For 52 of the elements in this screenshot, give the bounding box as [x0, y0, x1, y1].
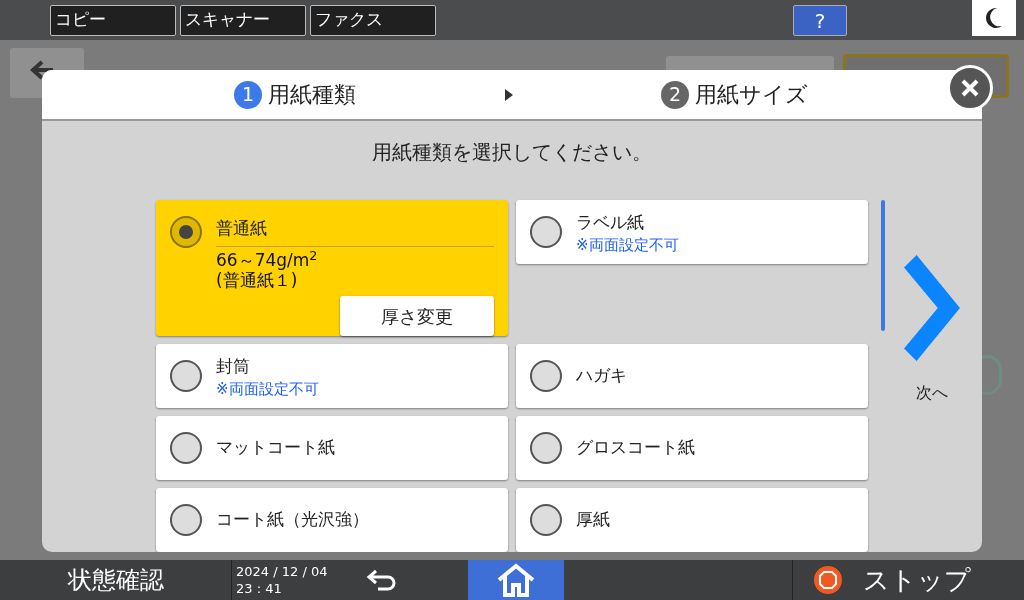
- stop-button[interactable]: ストップ: [792, 560, 1024, 600]
- radio-button: [530, 504, 562, 536]
- change-thickness-button[interactable]: 厚さ変更: [340, 296, 494, 336]
- option-label: グロスコート紙: [576, 436, 696, 460]
- step-number: 2: [661, 80, 689, 109]
- option-note: ※両面設定不可: [576, 235, 680, 254]
- option-note: ※両面設定不可: [216, 379, 320, 398]
- paper-type-option[interactable]: ラベル紙 ※両面設定不可: [516, 200, 868, 264]
- paper-subtype: (普通紙１): [216, 270, 299, 291]
- home-icon: [496, 563, 536, 597]
- stop-icon: [813, 565, 843, 595]
- paper-type-option[interactable]: 封筒 ※両面設定不可: [156, 344, 508, 408]
- radio-button: [530, 432, 562, 464]
- option-label: ラベル紙: [576, 211, 645, 235]
- radio-button: [170, 360, 202, 392]
- paper-type-option[interactable]: 普通紙 66～74g/m$^{2}$ (普通紙１) 厚さ変更: [156, 200, 508, 336]
- top-tab[interactable]: ファクス: [310, 4, 436, 36]
- option-label: 普通紙: [216, 217, 268, 240]
- radio-button: [170, 504, 202, 536]
- option-label: コート紙（光沢強）: [216, 508, 370, 532]
- time-text: 23 : 41: [236, 580, 283, 597]
- return-arrow-icon: [366, 568, 398, 592]
- help-button[interactable]: ?: [793, 4, 847, 36]
- paper-type-option[interactable]: ハガキ: [516, 344, 868, 408]
- step-label: 用紙サイズ: [695, 81, 808, 109]
- moon-icon[interactable]: [972, 0, 1016, 36]
- weight-range: 66～74g/m$^{2}$: [216, 250, 319, 271]
- top-tab[interactable]: コピー: [50, 4, 176, 36]
- paper-type-option[interactable]: マットコート紙: [156, 416, 508, 480]
- radio-button: [530, 216, 562, 248]
- option-label: 封筒: [216, 355, 251, 379]
- option-label: 厚紙: [576, 508, 611, 532]
- home-button[interactable]: [468, 560, 564, 600]
- next-button[interactable]: 次へ: [903, 255, 961, 405]
- step-arrow-icon: [504, 88, 513, 101]
- date-text: 2024 / 12 / 04: [236, 563, 329, 580]
- radio-button: [170, 216, 202, 248]
- chevron-right-icon: [903, 255, 961, 361]
- left-arrow-icon: [30, 60, 54, 80]
- radio-button: [530, 360, 562, 392]
- paper-type-option[interactable]: 厚紙: [516, 488, 868, 552]
- option-label: マットコート紙: [216, 436, 336, 460]
- status-button[interactable]: 状態確認: [0, 560, 232, 600]
- radio-button: [170, 432, 202, 464]
- paper-type-option[interactable]: コート紙（光沢強）: [156, 488, 508, 552]
- close-icon: [961, 79, 979, 97]
- step-number: 1: [234, 80, 262, 109]
- top-tab[interactable]: スキャナー: [180, 4, 306, 36]
- step-label: 用紙種類: [268, 81, 356, 109]
- option-label: ハガキ: [576, 364, 628, 388]
- prompt-text: 用紙種類を選択してください。: [372, 139, 652, 166]
- paper-type-option[interactable]: グロスコート紙: [516, 416, 868, 480]
